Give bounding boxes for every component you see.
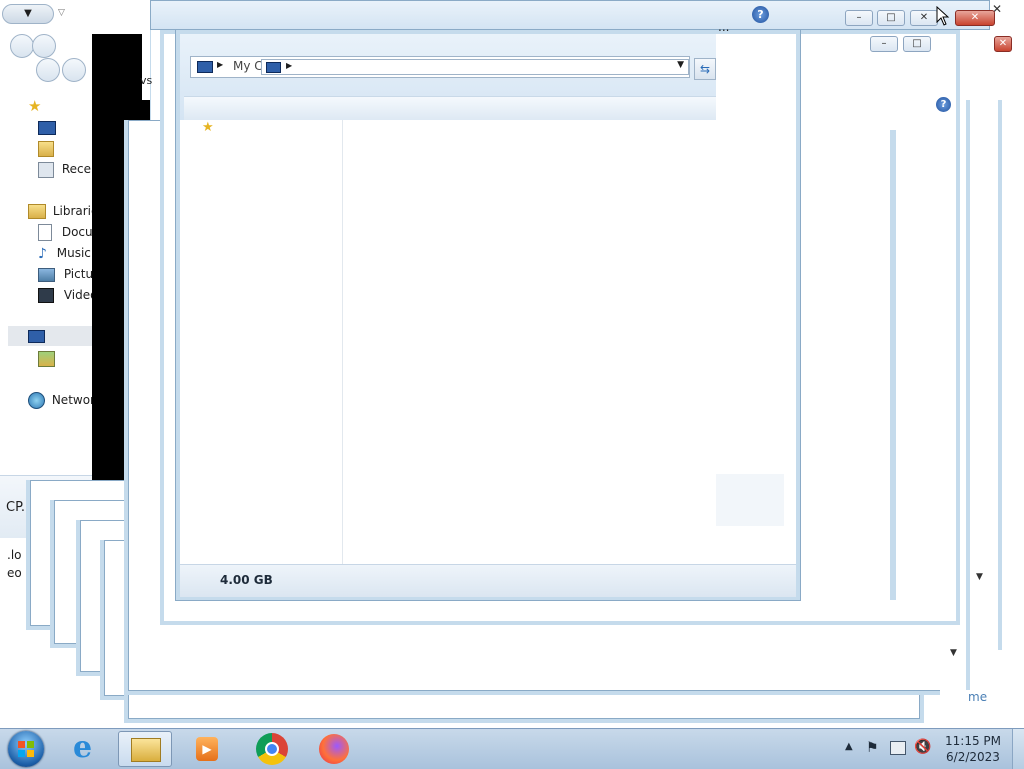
music-icon: ♪ — [38, 245, 47, 262]
computer-icon-inner — [266, 62, 281, 73]
control-panel-item[interactable] — [38, 348, 55, 368]
chrome-icon — [256, 733, 288, 765]
tray-expand-icon[interactable]: ▲ — [845, 741, 853, 752]
videos-icon — [38, 288, 54, 303]
internet-explorer-button[interactable]: e — [62, 731, 116, 767]
breadcrumb-chevron-icon-2[interactable]: ▶ — [286, 61, 292, 70]
fragment-eo: eo — [7, 566, 22, 580]
media-player-icon: ▶ — [196, 737, 218, 761]
clock-date: 6/2/2023 — [946, 750, 1000, 764]
mouse-cursor — [936, 5, 950, 29]
start-orb-button[interactable] — [4, 730, 48, 768]
views-dropdown-icon[interactable]: ▽ — [58, 8, 65, 18]
scroll-down-arrow[interactable]: ▼ — [976, 572, 983, 582]
desktop-item[interactable] — [38, 117, 56, 137]
breadcrumb-root[interactable]: My C — [233, 59, 263, 73]
middle-maximize-button[interactable]: □ — [877, 10, 905, 26]
second-minimize-button[interactable]: – — [870, 36, 898, 52]
music-label: Music — [56, 246, 91, 260]
chrome-button[interactable] — [245, 731, 299, 767]
back-forward-buttons[interactable] — [10, 34, 70, 58]
network-item[interactable]: Network — [28, 390, 102, 410]
explorer-folder-icon — [131, 738, 161, 762]
organize-dropdown[interactable]: ▼ — [2, 4, 54, 24]
fragment-lo: .lo — [7, 548, 22, 562]
network-icon — [28, 392, 45, 409]
music-item[interactable]: ♪ Music — [38, 243, 91, 263]
window-patch — [716, 474, 784, 526]
fragment-me: me — [968, 690, 988, 704]
ellipsis-fragment: ... — [718, 20, 730, 34]
favorites-item[interactable]: ★ — [28, 95, 41, 115]
help-icon-2[interactable]: ? — [936, 97, 951, 112]
network-tray-icon[interactable] — [890, 741, 906, 755]
action-center-flag-icon[interactable]: ⚑ — [866, 740, 879, 756]
documents-icon — [38, 224, 52, 241]
computer-icon — [28, 330, 45, 343]
downloads-item[interactable] — [38, 138, 54, 158]
volume-muted-icon[interactable]: 🔇 — [914, 739, 931, 755]
firefox-button[interactable] — [307, 731, 361, 767]
internet-explorer-icon: e — [73, 730, 93, 765]
address-bar[interactable]: ▶ My C ▶ ▼ — [190, 56, 690, 78]
second-maximize-button[interactable]: □ — [903, 36, 931, 52]
memory-status: 4.00 GB — [220, 573, 273, 587]
breadcrumb-chevron-icon[interactable]: ▶ — [217, 60, 223, 69]
control-panel-icon — [38, 350, 55, 367]
libraries-icon — [28, 204, 46, 219]
address-dropdown-icon[interactable]: ▼ — [677, 60, 684, 70]
computer-item[interactable] — [8, 326, 100, 346]
show-desktop-button[interactable] — [1012, 729, 1024, 769]
help-icon[interactable]: ? — [752, 6, 769, 23]
front-nav-pane: ★ — [184, 120, 343, 564]
windows-start-icon — [8, 731, 44, 767]
middle-close-button[interactable]: ✕ — [955, 10, 995, 26]
favorites-star-icon[interactable]: ★ — [202, 120, 214, 135]
downloads-folder-icon — [38, 140, 54, 157]
taskbar: e ▶ ▲ ⚑ 🔇 11:15 PM 6/2/2023 — [0, 728, 1024, 769]
firefox-icon — [319, 734, 349, 764]
pictures-icon — [38, 267, 55, 282]
middle-minimize-button[interactable]: – — [845, 10, 873, 26]
clock-time: 11:15 PM — [945, 734, 1001, 748]
middle-close-button-light[interactable]: ✕ — [910, 10, 938, 26]
address-bar-inner[interactable]: ▶ ▼ — [261, 59, 689, 75]
recent-places-icon — [38, 161, 54, 178]
refresh-button[interactable]: ⇆ — [694, 58, 716, 80]
computer-icon — [197, 61, 213, 73]
desktop-icon — [38, 120, 56, 135]
clock[interactable]: 11:15 PM 6/2/2023 — [940, 733, 1006, 765]
fragment-vs: vs — [140, 74, 153, 87]
inner-vertical-divider — [890, 130, 896, 600]
background-close-button[interactable]: ✕ — [994, 36, 1012, 52]
media-player-button[interactable]: ▶ — [180, 731, 234, 767]
details-bar: 4.00 GB — [180, 564, 796, 597]
command-bar — [184, 96, 716, 121]
star-icon: ★ — [28, 96, 42, 115]
windows-explorer-button[interactable] — [118, 731, 172, 767]
scroll-down-arrow-2[interactable]: ▼ — [950, 648, 957, 658]
back-forward-buttons-2[interactable] — [36, 58, 96, 82]
